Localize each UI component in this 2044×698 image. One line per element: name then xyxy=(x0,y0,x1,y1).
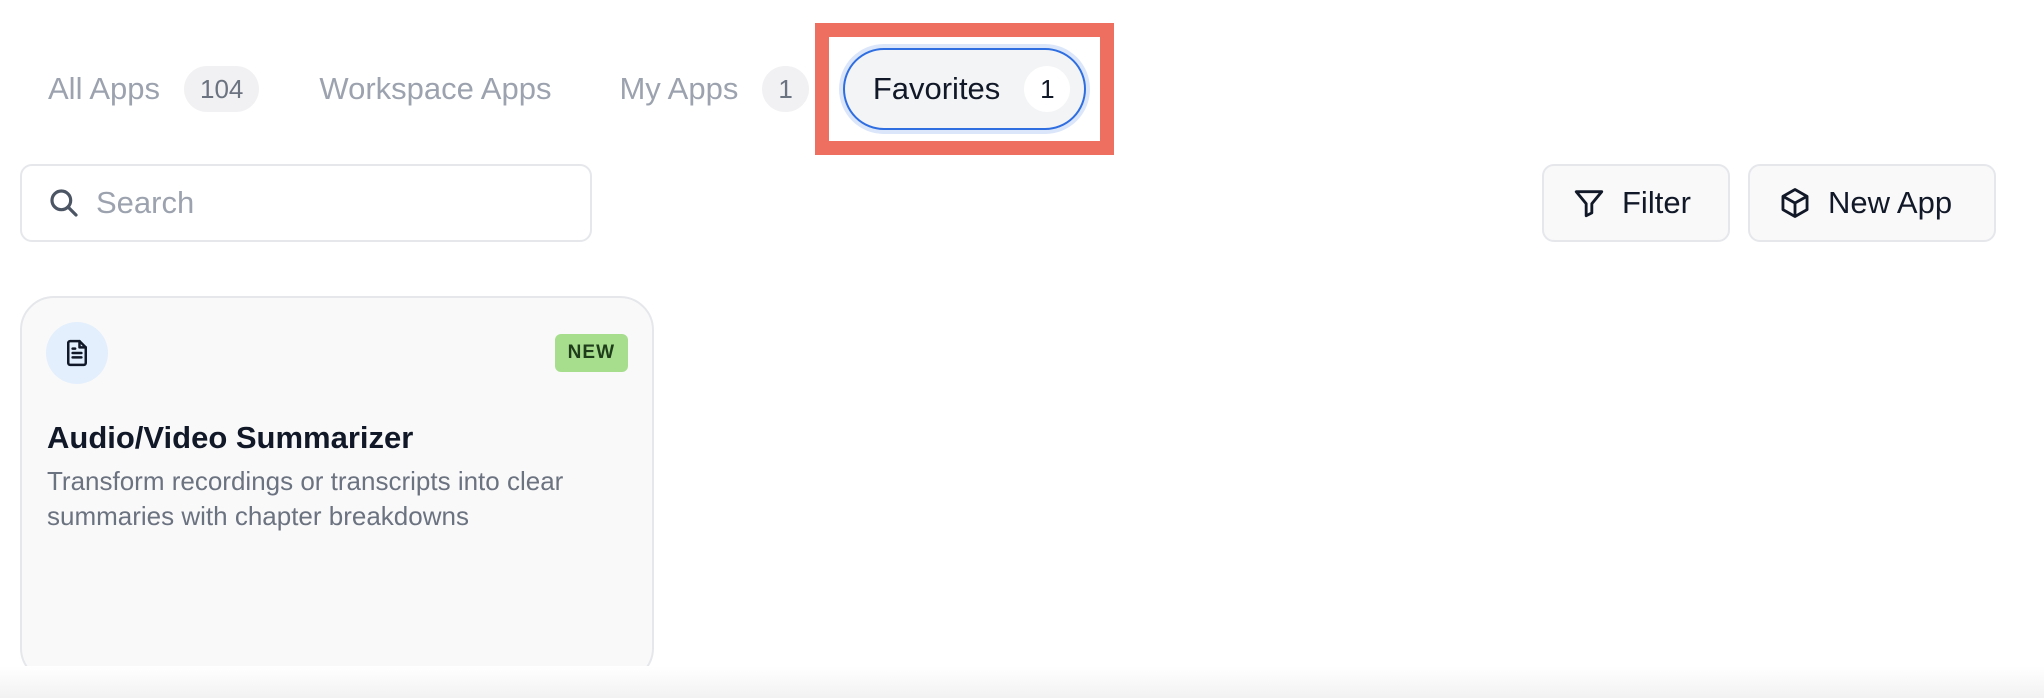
new-app-button[interactable]: New App xyxy=(1748,164,1996,242)
tab-count-badge: 104 xyxy=(184,66,260,112)
new-app-button-label: New App xyxy=(1828,185,1953,220)
tab-label: Workspace Apps xyxy=(319,71,552,106)
tab-count-badge: 1 xyxy=(1024,66,1071,112)
tab-workspace-apps[interactable]: Workspace Apps xyxy=(319,46,551,132)
search-input[interactable] xyxy=(96,185,576,221)
document-icon xyxy=(67,339,87,367)
search-icon xyxy=(50,189,78,217)
highlight-box: Favorites 1 xyxy=(814,23,1115,155)
tab-label: All Apps xyxy=(48,71,161,106)
tab-label: My Apps xyxy=(619,71,739,106)
tab-favorites[interactable]: Favorites 1 xyxy=(842,48,1087,130)
apps-page: All Apps 104 Workspace Apps My Apps 1 Fa… xyxy=(0,0,2044,698)
app-card[interactable]: NEW Audio/Video Summarizer Transform rec… xyxy=(20,296,654,682)
tab-label: Favorites xyxy=(872,71,1001,106)
new-badge: NEW xyxy=(554,334,628,372)
bottom-edge xyxy=(0,666,2044,698)
app-icon-circle xyxy=(46,322,108,384)
tab-my-apps[interactable]: My Apps 1 xyxy=(619,46,809,132)
app-card-title: Audio/Video Summarizer xyxy=(47,420,414,455)
filter-icon xyxy=(1574,190,1604,218)
tab-count-badge: 1 xyxy=(762,66,809,112)
app-tabs: All Apps 104 Workspace Apps My Apps 1 Fa… xyxy=(28,23,1115,155)
filter-button-label: Filter xyxy=(1622,185,1691,220)
filter-button[interactable]: Filter xyxy=(1542,164,1730,242)
app-card-description: Transform recordings or transcripts into… xyxy=(47,466,564,531)
tab-all-apps[interactable]: All Apps 104 xyxy=(28,46,279,132)
cube-icon xyxy=(1781,188,1809,218)
search-box[interactable] xyxy=(20,164,592,242)
